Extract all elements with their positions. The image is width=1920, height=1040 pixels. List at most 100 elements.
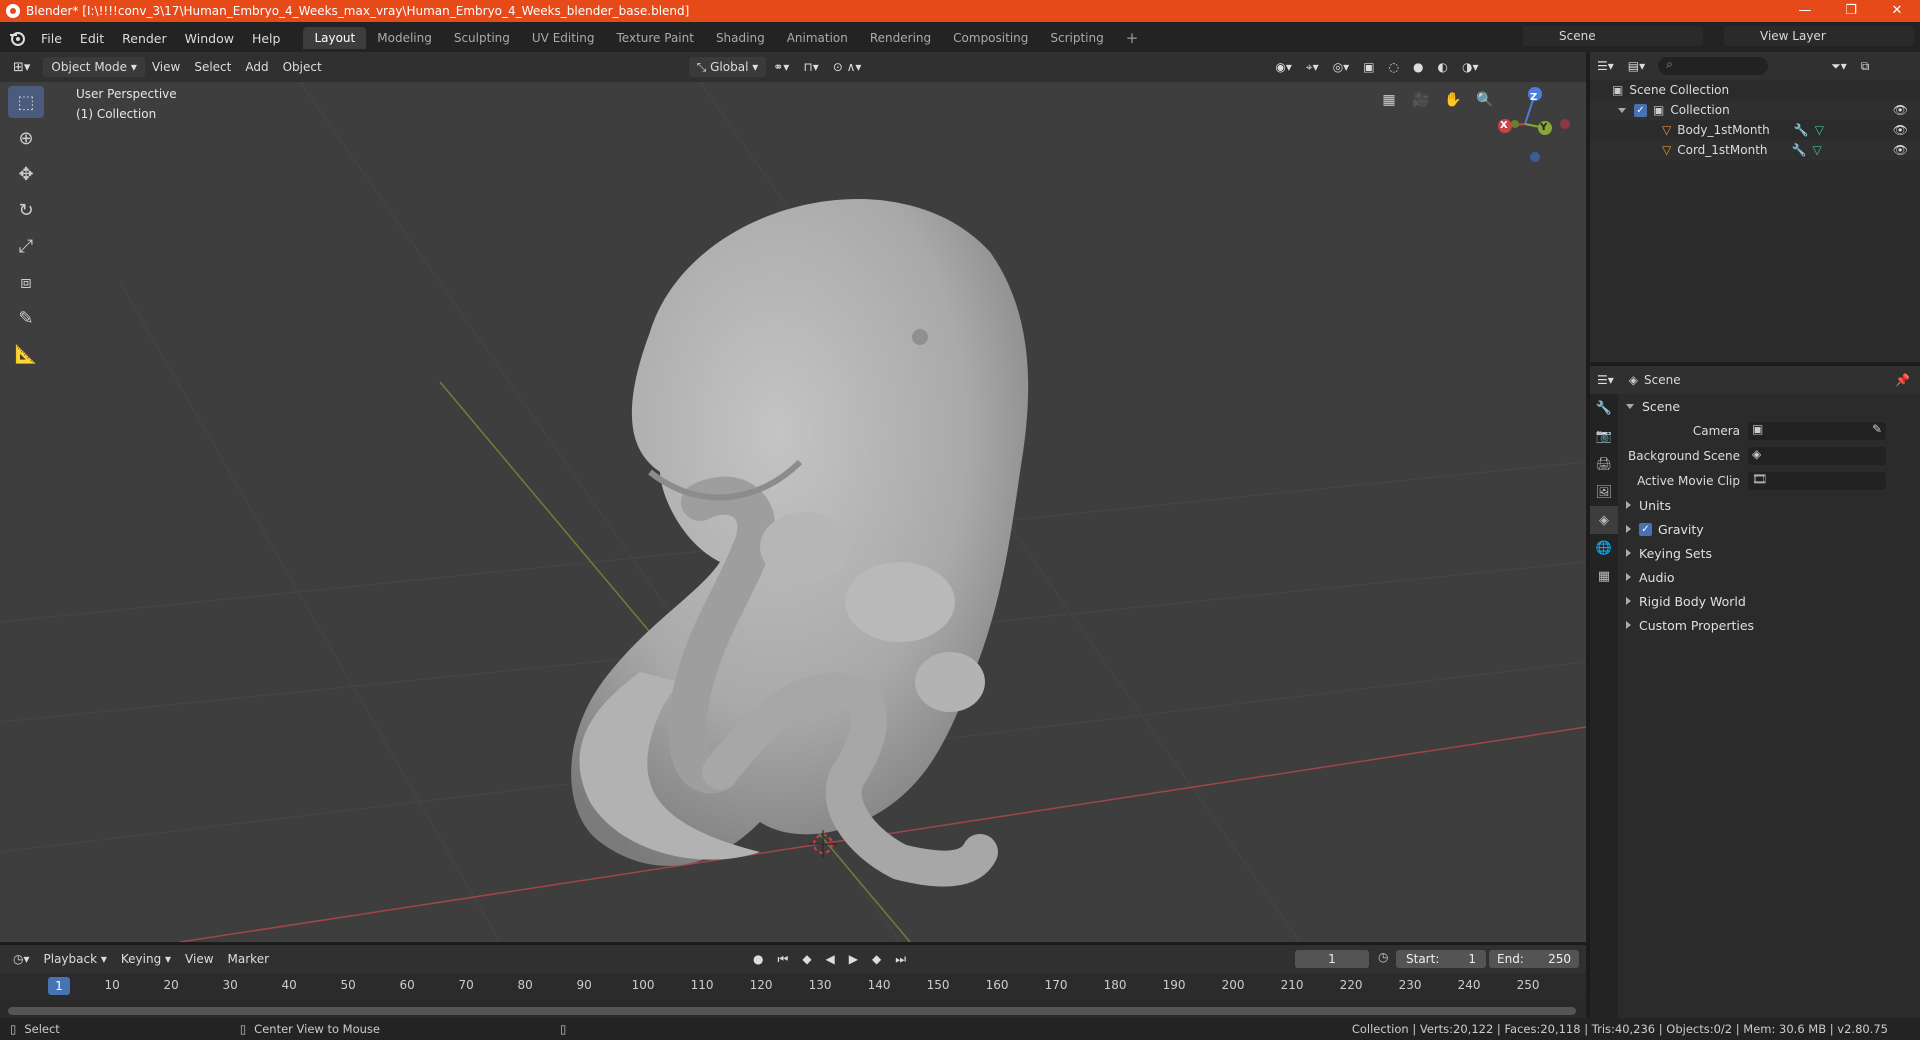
tab-scripting[interactable]: Scripting	[1039, 27, 1114, 49]
tab-modeling[interactable]: Modeling	[366, 27, 443, 49]
outliner-object-cord[interactable]: ▽ Cord_1stMonth 🔧 ▽ 👁	[1590, 140, 1920, 160]
transform-tool-icon[interactable]: ⧈	[8, 266, 44, 298]
play-icon[interactable]: ▶	[842, 952, 865, 966]
outliner-object-body[interactable]: ▽ Body_1stMonth 🔧 ▽ 👁	[1590, 120, 1920, 140]
tab-uv-editing[interactable]: UV Editing	[521, 27, 606, 49]
scene-panel-header[interactable]: Scene	[1618, 394, 1920, 418]
menu-help[interactable]: Help	[243, 31, 290, 46]
visibility-icon[interactable]: ◉▾	[1268, 60, 1299, 74]
maximize-button[interactable]: ❐	[1828, 0, 1874, 22]
outliner-editor-icon[interactable]: ☰▾	[1590, 59, 1621, 73]
pan-hand-icon[interactable]: ✋	[1440, 87, 1466, 113]
render-tab-icon[interactable]: 📷	[1590, 422, 1618, 450]
shading-wireframe-icon[interactable]: ◌	[1382, 60, 1406, 74]
shading-solid-icon[interactable]: ●	[1406, 60, 1430, 74]
audio-panel[interactable]: Audio	[1618, 565, 1920, 589]
stopwatch-icon[interactable]: ◷	[1378, 950, 1388, 964]
current-frame-marker[interactable]: 1	[48, 977, 70, 995]
custom-properties-panel[interactable]: Custom Properties	[1618, 613, 1920, 637]
tool-tab-icon[interactable]: 🔧	[1590, 394, 1618, 422]
filter-icon[interactable]: ⏷▾	[1824, 59, 1854, 74]
editor-type-icon[interactable]: ⊞▾	[6, 60, 37, 75]
properties-editor-icon[interactable]: ☰▾	[1590, 373, 1621, 387]
background-scene-field[interactable]: ◈	[1748, 446, 1886, 465]
xray-icon[interactable]: ▣	[1356, 60, 1381, 74]
tab-sculpting[interactable]: Sculpting	[443, 27, 521, 49]
annotate-tool-icon[interactable]: ✎	[8, 302, 44, 334]
add-workspace-button[interactable]: +	[1115, 27, 1150, 49]
playback-menu[interactable]: Playback ▾	[37, 952, 114, 966]
outliner-collection[interactable]: ✓ ▣ Collection 👁	[1590, 100, 1920, 120]
menu-edit[interactable]: Edit	[71, 31, 113, 46]
current-frame-field[interactable]: 1	[1295, 950, 1369, 968]
view-layer-tab-icon[interactable]: 🖼	[1590, 478, 1618, 506]
play-reverse-icon[interactable]: ◀	[819, 952, 842, 966]
gravity-checkbox[interactable]: ✓	[1639, 522, 1652, 536]
menu-view[interactable]: View	[145, 60, 187, 74]
tab-compositing[interactable]: Compositing	[942, 27, 1039, 49]
eye-icon[interactable]: 👁	[1893, 103, 1908, 117]
camera-view-icon[interactable]: 🎥	[1408, 87, 1434, 113]
3d-viewport[interactable]: Z X Y	[0, 82, 1586, 942]
menu-file[interactable]: File	[32, 31, 71, 46]
scene-selector[interactable]: Scene	[1523, 26, 1703, 46]
move-tool-icon[interactable]: ✥	[8, 158, 44, 190]
grid-view-icon[interactable]: ▦	[1376, 87, 1402, 113]
menu-add[interactable]: Add	[238, 60, 275, 74]
select-box-tool-icon[interactable]: ⬚	[8, 86, 44, 118]
eye-icon[interactable]: 👁	[1893, 123, 1908, 137]
new-collection-icon[interactable]: ⧉	[1854, 59, 1877, 74]
start-frame-field[interactable]: Start: 1	[1396, 950, 1486, 968]
tab-animation[interactable]: Animation	[776, 27, 859, 49]
menu-object[interactable]: Object	[276, 60, 329, 74]
record-button[interactable]: ●	[746, 952, 770, 966]
scale-tool-icon[interactable]: ⤢	[8, 230, 44, 262]
gizmo-toggle-icon[interactable]: ⌖▾	[1299, 60, 1326, 75]
orientation-dropdown[interactable]: ⤡ Global ▾	[688, 57, 767, 77]
pivot-icon[interactable]: ⚭▾	[766, 60, 796, 74]
eyedropper-icon[interactable]: ✎	[1872, 422, 1882, 436]
measure-tool-icon[interactable]: 📐	[8, 338, 44, 370]
outliner-search-input[interactable]: ⌕	[1658, 57, 1769, 75]
scene-tab-icon[interactable]: ◈	[1590, 506, 1618, 534]
collection-checkbox[interactable]: ✓	[1634, 103, 1647, 117]
rotate-tool-icon[interactable]: ↻	[8, 194, 44, 226]
pin-icon[interactable]: 📌	[1895, 373, 1910, 387]
world-tab-icon[interactable]: 🌐	[1590, 534, 1618, 562]
rigid-body-world-panel[interactable]: Rigid Body World	[1618, 589, 1920, 613]
3d-cursor-icon[interactable]	[809, 830, 837, 858]
jump-start-icon[interactable]: ⏮	[771, 952, 796, 967]
next-keyframe-icon[interactable]: ◆	[865, 952, 888, 966]
proportional-edit-icon[interactable]: ⊙ ∧▾	[826, 60, 869, 74]
modifier-wrench-icon[interactable]: 🔧	[1792, 143, 1807, 157]
zoom-icon[interactable]: 🔍	[1472, 87, 1498, 113]
cursor-tool-icon[interactable]: ⊕	[8, 122, 44, 154]
mesh-data-icon[interactable]: ▽	[1812, 143, 1821, 157]
marker-menu[interactable]: Marker	[221, 952, 276, 966]
display-mode-icon[interactable]: ▤▾	[1621, 59, 1652, 73]
active-movie-clip-field[interactable]: 🎞	[1748, 471, 1886, 490]
tab-shading[interactable]: Shading	[705, 27, 776, 49]
end-frame-field[interactable]: End: 250	[1489, 950, 1579, 968]
menu-window[interactable]: Window	[176, 31, 243, 46]
texture-tab-icon[interactable]: ▦	[1590, 562, 1618, 590]
keying-sets-panel[interactable]: Keying Sets	[1618, 541, 1920, 565]
keying-menu[interactable]: Keying ▾	[114, 952, 178, 966]
minimize-button[interactable]: —	[1782, 0, 1828, 22]
snap-icon[interactable]: ⊓▾	[796, 60, 825, 74]
shading-rendered-icon[interactable]: ◑▾	[1455, 60, 1486, 74]
embryo-model[interactable]	[571, 199, 1029, 887]
collapse-icon[interactable]	[1618, 107, 1626, 113]
blender-menu-icon[interactable]	[8, 29, 26, 47]
overlay-toggle-icon[interactable]: ◎▾	[1326, 60, 1357, 74]
tab-texture-paint[interactable]: Texture Paint	[606, 27, 705, 49]
mode-dropdown[interactable]: Object Mode ▾	[43, 57, 145, 77]
timeline-scrollbar[interactable]	[8, 1007, 1576, 1015]
camera-field[interactable]: ▣ ✎	[1748, 421, 1886, 440]
timeline-view-menu[interactable]: View	[178, 952, 220, 966]
menu-select[interactable]: Select	[187, 60, 238, 74]
prev-keyframe-icon[interactable]: ◆	[795, 952, 818, 966]
frame-ruler[interactable]: 1 10 20 30 40 50 60 70 80 90 100 110 120 130 140 150 160…	[0, 973, 1586, 999]
gravity-panel[interactable]: ✓ Gravity	[1618, 517, 1920, 541]
units-panel[interactable]: Units	[1618, 493, 1920, 517]
